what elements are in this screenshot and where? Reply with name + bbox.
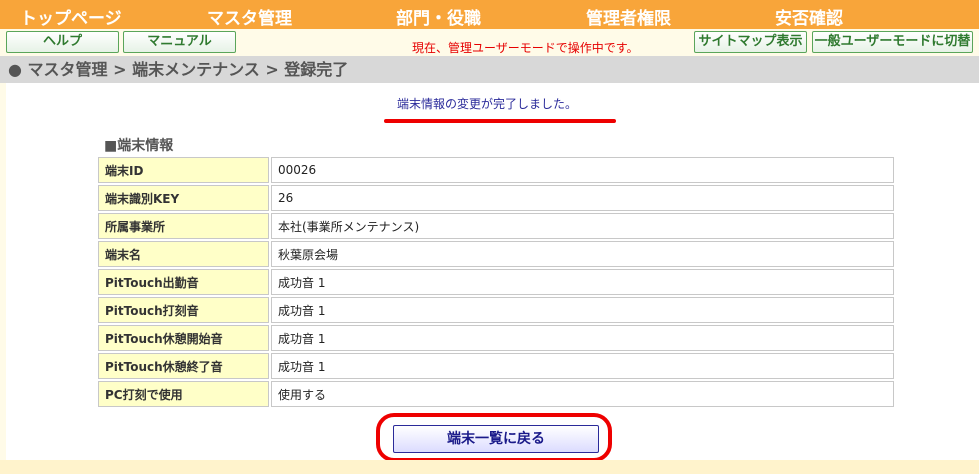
highlight-underline [384, 119, 616, 123]
footer-band [0, 460, 979, 474]
mode-notice: 現在、管理ユーザーモードで操作中です。 [412, 41, 639, 55]
row-label: PitTouch休憩開始音 [98, 325, 269, 351]
breadcrumb: ● マスタ管理 > 端末メンテナンス > 登録完了 [0, 56, 979, 83]
table-row: PitTouch打刻音 成功音 1 [98, 297, 894, 323]
table-row: PitTouch休憩終了音 成功音 1 [98, 353, 894, 379]
nav-top-page[interactable]: トップページ [20, 4, 122, 29]
top-nav: トップページ マスタ管理 部門・役職 管理者権限 安否確認 [0, 0, 979, 29]
row-value: 26 [271, 185, 894, 211]
table-row: 端末名 秋葉原会場 [98, 241, 894, 267]
row-label: 所属事業所 [98, 213, 269, 239]
row-value: 本社(事業所メンテナンス) [271, 213, 894, 239]
table-row: PC打刻で使用 使用する [98, 381, 894, 407]
switch-mode-button[interactable]: 一般ユーザーモードに切替 [812, 31, 973, 53]
row-label: 端末名 [98, 241, 269, 267]
button-row: ヘルプ マニュアル 現在、管理ユーザーモードで操作中です。 サイトマップ表示 一… [0, 29, 979, 56]
row-label: PitTouch出勤音 [98, 269, 269, 295]
row-value: 成功音 1 [271, 269, 894, 295]
nav-department[interactable]: 部門・役職 [396, 4, 481, 29]
row-label: PitTouch休憩終了音 [98, 353, 269, 379]
manual-button[interactable]: マニュアル [123, 31, 236, 53]
row-label: PitTouch打刻音 [98, 297, 269, 323]
row-value: 成功音 1 [271, 353, 894, 379]
table-row: 端末ID 00026 [98, 157, 894, 183]
nav-master[interactable]: マスタ管理 [207, 4, 292, 29]
section-title: ■端末情報 [104, 138, 174, 154]
table-row: 所属事業所 本社(事業所メンテナンス) [98, 213, 894, 239]
row-value: 00026 [271, 157, 894, 183]
nav-admin-rights[interactable]: 管理者権限 [586, 4, 671, 29]
sitemap-button[interactable]: サイトマップ表示 [694, 31, 807, 53]
row-label: PC打刻で使用 [98, 381, 269, 407]
row-value: 成功音 1 [271, 325, 894, 351]
table-row: 端末識別KEY 26 [98, 185, 894, 211]
table-row: PitTouch出勤音 成功音 1 [98, 269, 894, 295]
table-row: PitTouch休憩開始音 成功音 1 [98, 325, 894, 351]
terminal-info-table: 端末ID 00026 端末識別KEY 26 所属事業所 本社(事業所メンテナンス) 端… [96, 155, 896, 409]
completion-message: 端末情報の変更が完了しました。 [397, 97, 578, 111]
row-label: 端末ID [98, 157, 269, 183]
page: トップページ マスタ管理 部門・役職 管理者権限 安否確認 ヘルプ マニュアル … [0, 0, 979, 474]
row-label: 端末識別KEY [98, 185, 269, 211]
row-value: 秋葉原会場 [271, 241, 894, 267]
row-value: 使用する [271, 381, 894, 407]
back-to-list-button[interactable]: 端末一覧に戻る [393, 425, 599, 453]
help-button[interactable]: ヘルプ [6, 31, 119, 53]
row-value: 成功音 1 [271, 297, 894, 323]
nav-safety-check[interactable]: 安否確認 [775, 4, 843, 29]
